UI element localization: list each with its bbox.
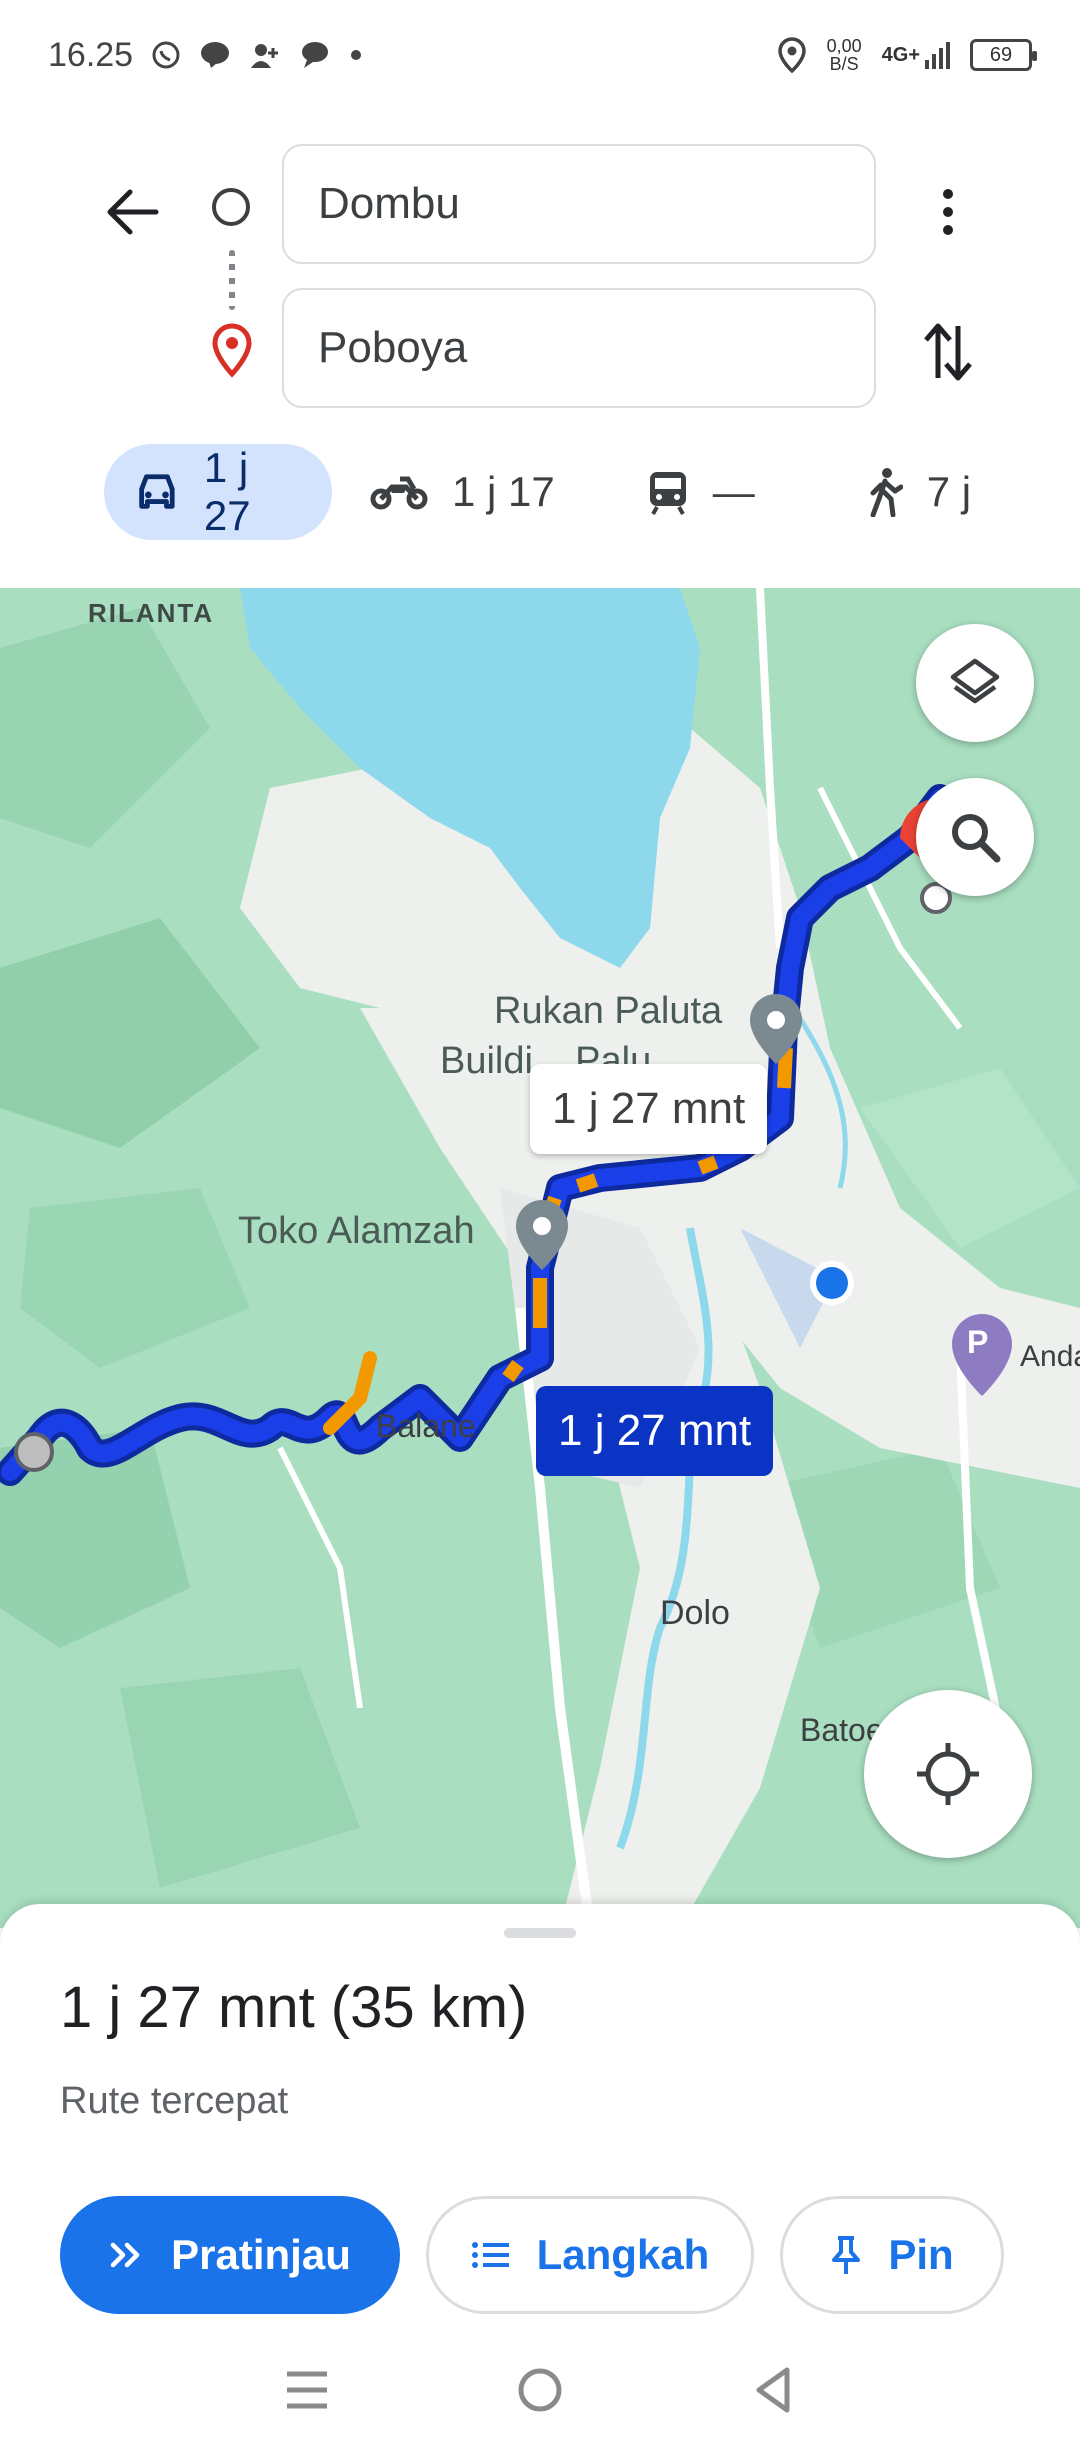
sheet-drag-handle[interactable] [504, 1928, 576, 1938]
route-summary: 1 j 27 mnt (35 km) [60, 1975, 528, 2040]
search-icon [952, 814, 1001, 863]
parking-icon[interactable]: P [967, 1324, 988, 1361]
map-label-dolo: Dolo [660, 1594, 730, 1632]
preview-button[interactable]: Pratinjau [60, 2196, 400, 2314]
steps-label: Langkah [536, 2231, 710, 2278]
battery-icon: 69 [970, 39, 1037, 71]
whatsapp-icon [151, 40, 181, 70]
origin-text: Dombu [318, 179, 460, 228]
status-time: 16.25 [48, 35, 134, 74]
route-connector [229, 250, 235, 310]
map-label-rukan-line1: Rukan Paluta [494, 990, 723, 1032]
layers-icon [950, 658, 1000, 704]
motorcycle-icon [370, 476, 428, 510]
directions-header: Dombu Poboya 1 j 27 1 j 17 — 7 j [0, 110, 1080, 590]
mode-walk[interactable]: 7 j [867, 444, 971, 540]
eta-main-text: 1 j 27 mnt [558, 1406, 752, 1455]
my-location-button[interactable] [864, 1690, 1032, 1858]
recents-button[interactable] [272, 2355, 342, 2425]
transit-icon [649, 472, 686, 515]
map-label-balane: Balane [376, 1408, 476, 1444]
my-location-icon [917, 1743, 979, 1805]
destination-pin-icon [210, 322, 254, 378]
origin-field[interactable]: Dombu [282, 144, 876, 264]
preview-label: Pratinjau [171, 2231, 351, 2278]
battery-level: 69 [989, 43, 1013, 66]
mode-transit-time: — [712, 468, 755, 515]
eta-chip-selected[interactable]: 1 j 27 mnt [536, 1386, 774, 1476]
add-contact-icon [249, 40, 281, 70]
travel-modes: 1 j 27 1 j 17 — 7 j [104, 444, 1004, 540]
pin-label: Pin [888, 2231, 954, 2278]
pin-button[interactable]: Pin [780, 2196, 1004, 2314]
layers-button[interactable] [916, 624, 1034, 742]
destination-field[interactable]: Poboya [282, 288, 876, 408]
back-button[interactable] [100, 180, 164, 244]
menu-icon [286, 2371, 327, 2409]
location-icon [777, 37, 807, 73]
net-speed-value: 0,00 [826, 36, 862, 56]
status-bar: 16.25 0,00 B/S 4G+ 69 [0, 0, 1080, 110]
steps-button[interactable]: Langkah [426, 2196, 754, 2314]
search-along-route-button[interactable] [916, 778, 1034, 896]
home-button[interactable] [505, 2355, 575, 2425]
mode-car[interactable]: 1 j 27 [104, 444, 332, 540]
swap-vert-icon [924, 323, 972, 381]
signal-icon [924, 40, 950, 70]
double-chevron-right-icon [110, 2242, 140, 2268]
system-nav-bar [0, 2320, 1080, 2460]
mode-car-time: 1 j 27 [203, 444, 251, 539]
signal-group: 4G+ [882, 40, 950, 70]
car-icon [139, 474, 175, 509]
map-label-anda: Anda [1020, 1340, 1080, 1373]
back-triangle-icon [756, 2367, 790, 2413]
map-label-toko: Toko Alamzah [238, 1210, 475, 1252]
line-icon [199, 40, 231, 70]
network-type: 4G+ [881, 43, 920, 66]
chat-icon [299, 40, 331, 70]
mode-motorcycle-time: 1 j 17 [452, 468, 555, 515]
destination-text: Poboya [318, 323, 468, 372]
pushpin-icon [832, 2236, 861, 2274]
map-view[interactable]: RILANTA Rukan Paluta Buildi... Palu Toko… [0, 588, 1080, 1928]
net-speed: 0,00 B/S [827, 37, 862, 73]
route-actions: Pratinjau Langkah Pin [60, 2196, 1004, 2314]
swap-button[interactable] [916, 314, 980, 390]
home-circle-icon [518, 2368, 562, 2412]
dot-icon [349, 48, 363, 62]
net-speed-unit: B/S [829, 54, 859, 74]
eta-alt-text: 1 j 27 mnt [552, 1084, 746, 1133]
walking-icon [870, 468, 903, 517]
map-label-rilanta: RILANTA [88, 598, 215, 628]
eta-chip-alternate[interactable]: 1 j 27 mnt [530, 1064, 768, 1154]
more-options-button[interactable] [916, 180, 980, 244]
mode-transit[interactable]: — [647, 444, 755, 540]
back-nav-button[interactable] [738, 2355, 808, 2425]
mode-motorcycle[interactable]: 1 j 17 [370, 444, 555, 540]
arrow-back-icon [107, 189, 159, 235]
more-vert-icon [943, 189, 953, 235]
list-icon [471, 2242, 509, 2268]
mode-walk-time: 7 j [926, 468, 972, 515]
route-description: Rute tercepat [60, 2080, 289, 2122]
origin-circle-icon [212, 188, 250, 226]
